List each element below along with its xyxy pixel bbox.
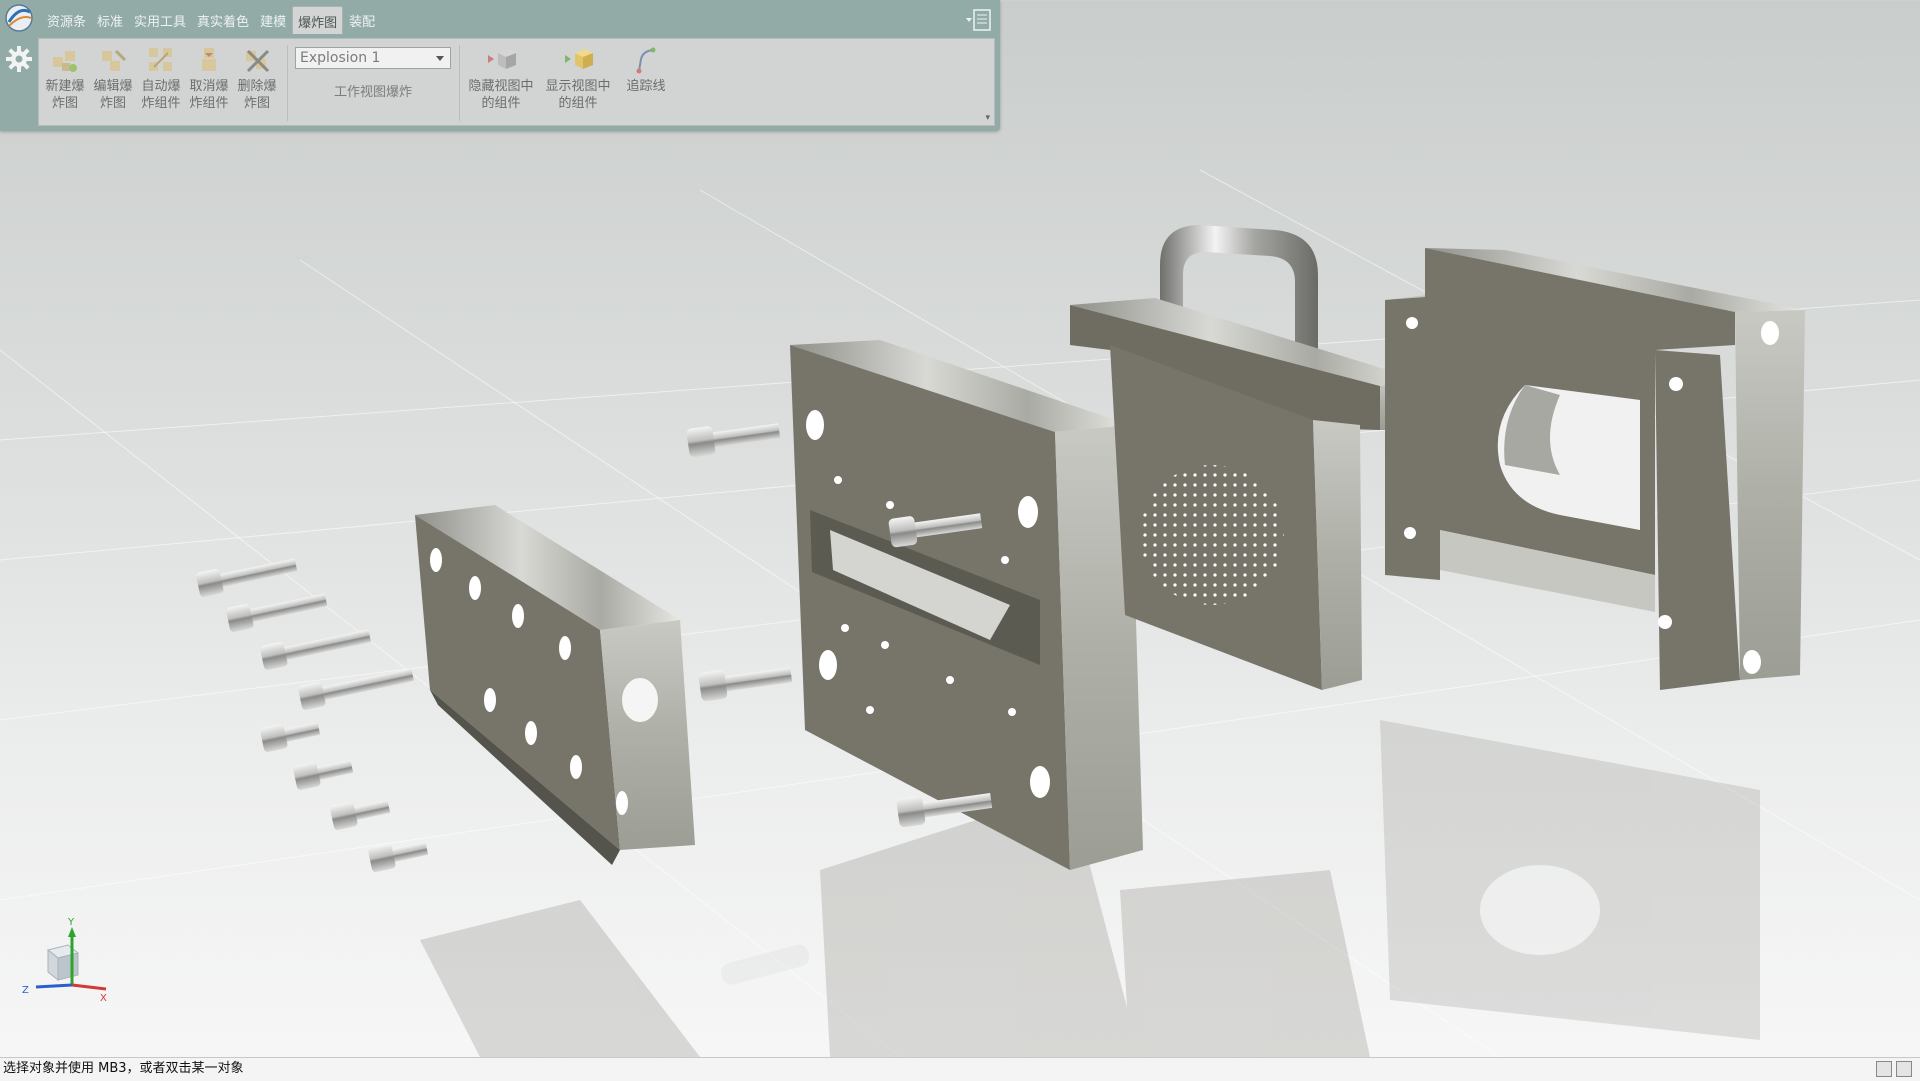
ribbon-toolbar: 资源条 标准 实用工具 真实着色 建模 爆炸图 装配 新建爆 炸图 编辑爆 炸图… [0,0,1000,131]
tracking-line-label: 追踪线 [626,79,666,94]
unexplode-icon [202,48,216,71]
edit-explosion-label-line2: 炸图 [99,96,126,111]
new-explosion-button[interactable]: 新建爆 炸图 [41,43,89,123]
ribbon-separator [287,45,288,121]
show-component-label-line2: 的组件 [558,96,598,111]
bolt-group-left[interactable] [196,552,430,872]
x-axis-label: X [100,993,107,1004]
explosion-select-value: Explosion 1 [300,50,381,66]
graphics-viewport[interactable] [0,0,1920,1057]
ribbon-tabbar: 资源条 标准 实用工具 真实着色 建模 爆炸图 装配 [42,6,381,34]
tracking-line-icon [636,47,656,74]
unexplode-label-line2: 炸组件 [189,96,229,111]
app-logo-icon[interactable] [3,2,35,34]
edit-explosion-icon [102,49,127,71]
edit-explosion-button[interactable]: 编辑爆 炸图 [89,43,137,123]
delete-explosion-button[interactable]: 删除爆 炸图 [233,43,281,123]
show-component-icon [565,49,593,69]
new-explosion-label-line2: 炸图 [51,96,78,111]
panel-expand-icon[interactable]: ▾ [985,113,990,123]
gear-icon[interactable] [6,46,32,72]
auto-explode-label-line2: 炸组件 [141,96,181,111]
window-mode-icon[interactable] [1896,1061,1912,1077]
z-axis-icon [35,983,73,989]
ribbon-separator [459,45,460,121]
x-axis-icon [71,983,107,991]
selection-filter-icon[interactable] [1876,1061,1892,1077]
tab-resource-bar[interactable]: 资源条 [42,6,91,33]
status-bar: 选择对象并使用 MB3，或者双击某一对象 [0,1057,1920,1081]
hide-component-label-line2: 的组件 [481,96,521,111]
status-message: 选择对象并使用 MB3，或者双击某一对象 [3,1061,244,1076]
explosion-select[interactable]: Explosion 1 [295,47,451,69]
tracking-line-button[interactable]: 追踪线 [619,43,673,123]
delete-explosion-icon [246,49,270,73]
tab-standard[interactable]: 标准 [92,6,128,33]
hide-component-icon [488,49,516,69]
unexplode-button[interactable]: 取消爆 炸组件 [185,43,233,123]
delete-explosion-label-line2: 炸图 [243,96,270,111]
auto-explode-icon [149,48,172,71]
new-explosion-icon [53,51,77,72]
chevron-down-icon [436,56,444,61]
part-slot-plate[interactable] [790,340,1143,870]
exploded-views-panel: 新建爆 炸图 编辑爆 炸图 自动爆 炸组件 取消爆 炸组件 删除爆 炸图 Exp… [38,38,995,126]
view-triad[interactable]: Y X Z [18,915,108,1005]
tab-assemblies[interactable]: 装配 [344,6,380,33]
work-view-explosion-group-label: 工作视图爆炸 [333,85,412,100]
z-axis-label: Z [22,985,29,996]
ribbon-options-icon[interactable] [966,8,992,32]
tab-modeling[interactable]: 建模 [255,6,291,33]
part-frame-block[interactable] [1385,248,1805,690]
auto-explode-button[interactable]: 自动爆 炸组件 [137,43,185,123]
tab-exploded-views[interactable]: 爆炸图 [292,6,344,34]
hide-component-button[interactable]: 隐藏视图中 的组件 [465,43,537,123]
tab-utilities[interactable]: 实用工具 [129,6,191,33]
y-axis-label: Y [67,917,75,928]
part-wedge-block[interactable] [415,505,695,865]
show-component-button[interactable]: 显示视图中 的组件 [541,43,615,123]
tab-true-shading[interactable]: 真实着色 [192,6,254,33]
